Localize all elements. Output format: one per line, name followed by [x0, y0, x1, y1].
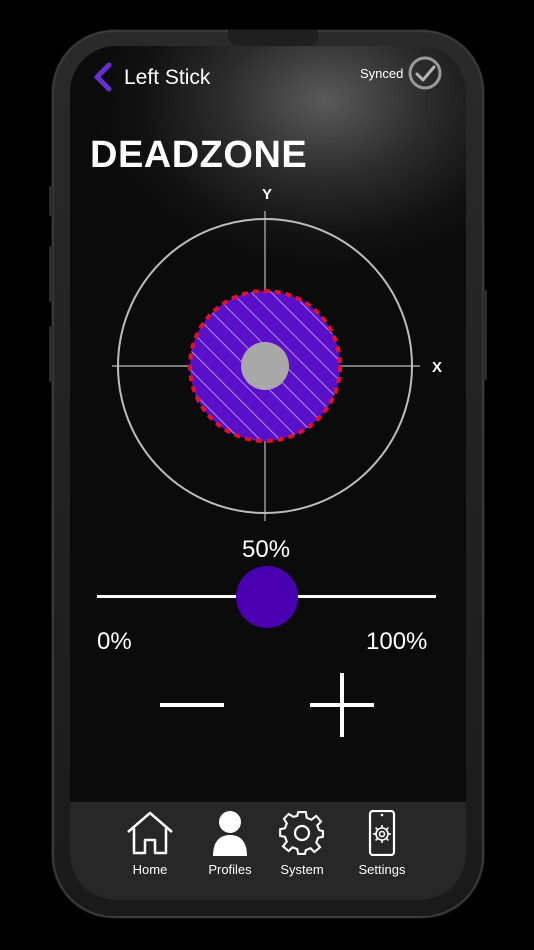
phone-notch — [228, 30, 318, 46]
nav-label-system: System — [280, 862, 324, 877]
page-title: Left Stick — [124, 66, 211, 89]
synced-check-icon — [408, 56, 442, 90]
decrease-button[interactable] — [160, 703, 224, 707]
side-button-volume-down — [49, 326, 53, 382]
nav-label-profiles: Profiles — [208, 862, 252, 877]
nav-item-settings[interactable]: Settings — [342, 810, 422, 877]
app-screen: Left Stick Synced DEADZONE Y X 50% 0% 10… — [70, 46, 466, 900]
slider-min-label: 0% — [97, 628, 132, 655]
side-button-volume-up — [49, 246, 53, 302]
section-heading: DEADZONE — [90, 134, 308, 176]
sync-status-text: Synced — [360, 66, 404, 81]
nav-label-settings: Settings — [358, 862, 406, 877]
phone-gear-icon — [368, 810, 396, 856]
slider-max-label: 100% — [366, 628, 428, 655]
bottom-navigation: Home Profiles System Settings — [70, 802, 466, 900]
side-button-power — [483, 290, 487, 380]
increase-button[interactable] — [310, 673, 374, 737]
home-icon — [127, 811, 173, 855]
back-arrow-icon[interactable] — [92, 62, 114, 92]
side-button-mute — [49, 186, 53, 216]
nav-label-home: Home — [132, 862, 168, 877]
nav-item-system[interactable]: System — [262, 810, 342, 877]
joystick-visualizer — [112, 211, 420, 521]
gear-icon — [279, 811, 324, 855]
slider-value-label: 50% — [242, 536, 291, 563]
y-axis-label: Y — [262, 186, 273, 203]
plus-icon-vertical — [340, 673, 344, 737]
person-icon — [213, 811, 247, 856]
deadzone-slider-thumb[interactable] — [235, 566, 298, 628]
nav-item-home[interactable]: Home — [110, 810, 190, 877]
stick-position-dot — [241, 342, 289, 390]
nav-item-profiles[interactable]: Profiles — [190, 810, 270, 877]
x-axis-label: X — [432, 359, 443, 376]
